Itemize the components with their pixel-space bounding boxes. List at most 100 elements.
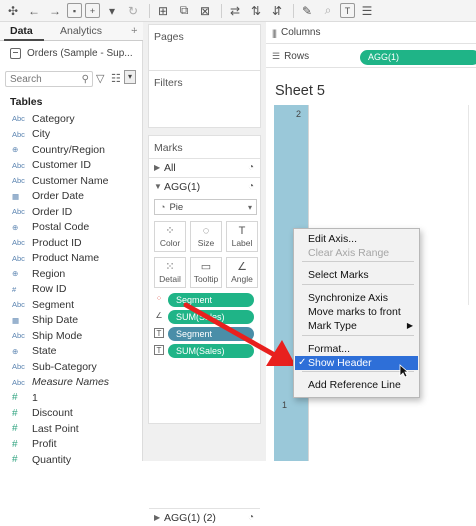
menu-item-label: Add Reference Line bbox=[308, 379, 401, 391]
field-item[interactable]: Abc Category bbox=[0, 111, 143, 127]
fix-axes-icon[interactable]: ☰ bbox=[358, 2, 376, 20]
calendar-icon: ▦ bbox=[12, 191, 20, 201]
filter-icon[interactable]: ▽ bbox=[96, 72, 104, 85]
field-label: Measure Names bbox=[32, 376, 110, 389]
number-icon: # bbox=[12, 423, 18, 435]
menu-item-edit-axis[interactable]: Edit Axis... bbox=[295, 232, 418, 246]
field-item[interactable]: Abc Customer Name bbox=[0, 173, 143, 189]
menu-separator bbox=[302, 261, 414, 262]
field-item[interactable]: Abc Sub-Category bbox=[0, 359, 143, 375]
field-item[interactable]: # Last Point bbox=[0, 421, 143, 437]
field-item[interactable]: # Discount bbox=[0, 406, 143, 422]
field-label: Sub-Category bbox=[32, 360, 97, 373]
tableau-logo-icon[interactable]: ✣ bbox=[4, 2, 22, 20]
new-worksheet-icon[interactable]: ⊞ bbox=[154, 2, 172, 20]
group-icon[interactable]: ⌕ bbox=[319, 2, 337, 20]
field-item[interactable]: Abc Order ID bbox=[0, 204, 143, 220]
field-item[interactable]: Abc Segment bbox=[0, 297, 143, 313]
rows-shelf[interactable]: ☰ Rows AGG(1) bbox=[266, 46, 476, 68]
plus-menu-icon[interactable]: ⧾ bbox=[132, 24, 138, 37]
field-item[interactable]: # Row ID bbox=[0, 282, 143, 298]
view-list-icon[interactable]: ☷ bbox=[111, 72, 121, 85]
menu-item-format[interactable]: Format... bbox=[295, 342, 418, 356]
columns-shelf[interactable]: ||| Columns bbox=[266, 22, 476, 44]
menu-item-select-marks[interactable]: Select Marks bbox=[295, 268, 418, 282]
chevron-down-icon: ▾ bbox=[247, 202, 252, 212]
label-encoding-button[interactable]: T Label bbox=[226, 221, 258, 252]
chevron-down-icon[interactable]: ▾ bbox=[124, 70, 136, 84]
number-icon: # bbox=[12, 407, 18, 419]
pie-icon: ◔ bbox=[160, 202, 166, 212]
duplicate-icon[interactable]: ⧉ bbox=[175, 2, 193, 20]
field-item[interactable]: ⊕ Country/Region bbox=[0, 142, 143, 158]
field-item[interactable]: ▦ Order Date bbox=[0, 189, 143, 205]
field-item[interactable]: #1 bbox=[0, 390, 143, 406]
back-icon[interactable]: ← bbox=[25, 2, 43, 20]
menu-item-synchronize-axis[interactable]: Synchronize Axis bbox=[295, 291, 418, 305]
string-icon: Abc bbox=[12, 176, 25, 186]
field-label: Product Name bbox=[32, 252, 100, 265]
field-item[interactable]: Abc City bbox=[0, 127, 143, 143]
field-item[interactable]: # Quantity bbox=[0, 452, 143, 468]
field-item[interactable]: ⊕ State bbox=[0, 344, 143, 360]
string-icon: Abc bbox=[12, 114, 25, 124]
menu-item-add-reference-line[interactable]: Add Reference Line bbox=[295, 378, 418, 392]
tooltip-encoding-button[interactable]: ▭ Tooltip bbox=[190, 257, 222, 288]
field-label: Quantity bbox=[32, 453, 72, 466]
forward-icon[interactable]: → bbox=[46, 2, 64, 20]
marks-all-row[interactable]: ▶ All ◔ bbox=[149, 158, 260, 176]
refresh-icon[interactable]: ↻ bbox=[124, 2, 142, 20]
mark-type-dropdown[interactable]: ◔ Pie ▾ bbox=[154, 199, 257, 215]
label-icon: T bbox=[238, 225, 246, 237]
menu-item-move-marks-to-front[interactable]: Move marks to front bbox=[295, 305, 418, 319]
field-item[interactable]: ⊕ Region bbox=[0, 266, 143, 282]
size-encoding-button[interactable]: ◌ Size bbox=[190, 221, 222, 252]
menu-item-mark-type[interactable]: Mark Type ▶ bbox=[295, 319, 418, 333]
angle-icon[interactable]: ∠ bbox=[154, 311, 164, 321]
pause-icon[interactable]: ▾ bbox=[103, 2, 121, 20]
string-icon: Abc bbox=[12, 160, 25, 170]
search-input[interactable] bbox=[10, 73, 76, 85]
color-encoding-button[interactable]: ⁘ Color bbox=[154, 221, 186, 252]
datasource-item[interactable]: Orders (Sample - Sup... bbox=[0, 42, 143, 64]
save-icon[interactable]: ▪ bbox=[67, 3, 82, 18]
highlight-icon[interactable]: ✎ bbox=[298, 2, 316, 20]
tab-data[interactable]: Data bbox=[10, 25, 33, 37]
columns-icon: ||| bbox=[272, 27, 277, 38]
color-dots-icon[interactable]: ⁘ bbox=[154, 294, 164, 304]
label-icon[interactable]: T bbox=[340, 3, 355, 18]
globe-icon: ⊕ bbox=[12, 222, 19, 232]
field-item[interactable]: Abc Product Name bbox=[0, 251, 143, 267]
field-item[interactable]: Abc Ship Mode bbox=[0, 328, 143, 344]
tab-analytics[interactable]: Analytics bbox=[60, 25, 102, 37]
search-box[interactable]: ⚲ bbox=[5, 71, 93, 87]
field-item[interactable]: Abc Product ID bbox=[0, 235, 143, 251]
toolbar-divider bbox=[221, 3, 222, 18]
field-item[interactable]: ⊕ Postal Code bbox=[0, 220, 143, 236]
field-label: Discount bbox=[32, 407, 73, 420]
marks-agg2-row[interactable]: ▶ AGG(1) (2) ◔ bbox=[149, 508, 260, 526]
sheet-title[interactable]: Sheet 5 bbox=[275, 83, 325, 99]
field-item[interactable]: # Profit bbox=[0, 437, 143, 453]
field-item[interactable]: Abc Customer ID bbox=[0, 158, 143, 174]
angle-encoding-button[interactable]: ∠ Angle bbox=[226, 257, 258, 288]
new-datasource-icon[interactable]: + bbox=[85, 3, 100, 18]
sort-descending-icon[interactable]: ⇵ bbox=[268, 2, 286, 20]
sort-ascending-icon[interactable]: ⇅ bbox=[247, 2, 265, 20]
field-item[interactable]: ▦ Ship Date bbox=[0, 313, 143, 329]
number-icon: # bbox=[12, 454, 18, 466]
field-item[interactable]: Abc Measure Names bbox=[0, 375, 143, 391]
label-icon[interactable]: T bbox=[154, 345, 164, 355]
marks-agg1-row[interactable]: ▼ AGG(1) ◔ bbox=[149, 177, 260, 195]
search-icon[interactable]: ⚲ bbox=[82, 74, 89, 85]
filters-card[interactable]: Filters bbox=[148, 70, 261, 128]
detail-encoding-button[interactable]: ⁙ Detail bbox=[154, 257, 186, 288]
swap-icon[interactable]: ⇄ bbox=[226, 2, 244, 20]
field-label: Postal Code bbox=[32, 221, 90, 234]
rows-pill[interactable]: AGG(1) bbox=[360, 50, 476, 65]
label-icon[interactable]: T bbox=[154, 328, 164, 338]
field-label: Order ID bbox=[32, 205, 73, 218]
clear-icon[interactable]: ⊠ bbox=[196, 2, 214, 20]
string-icon: Abc bbox=[12, 207, 25, 217]
menu-item-label: Show Header bbox=[308, 357, 372, 369]
